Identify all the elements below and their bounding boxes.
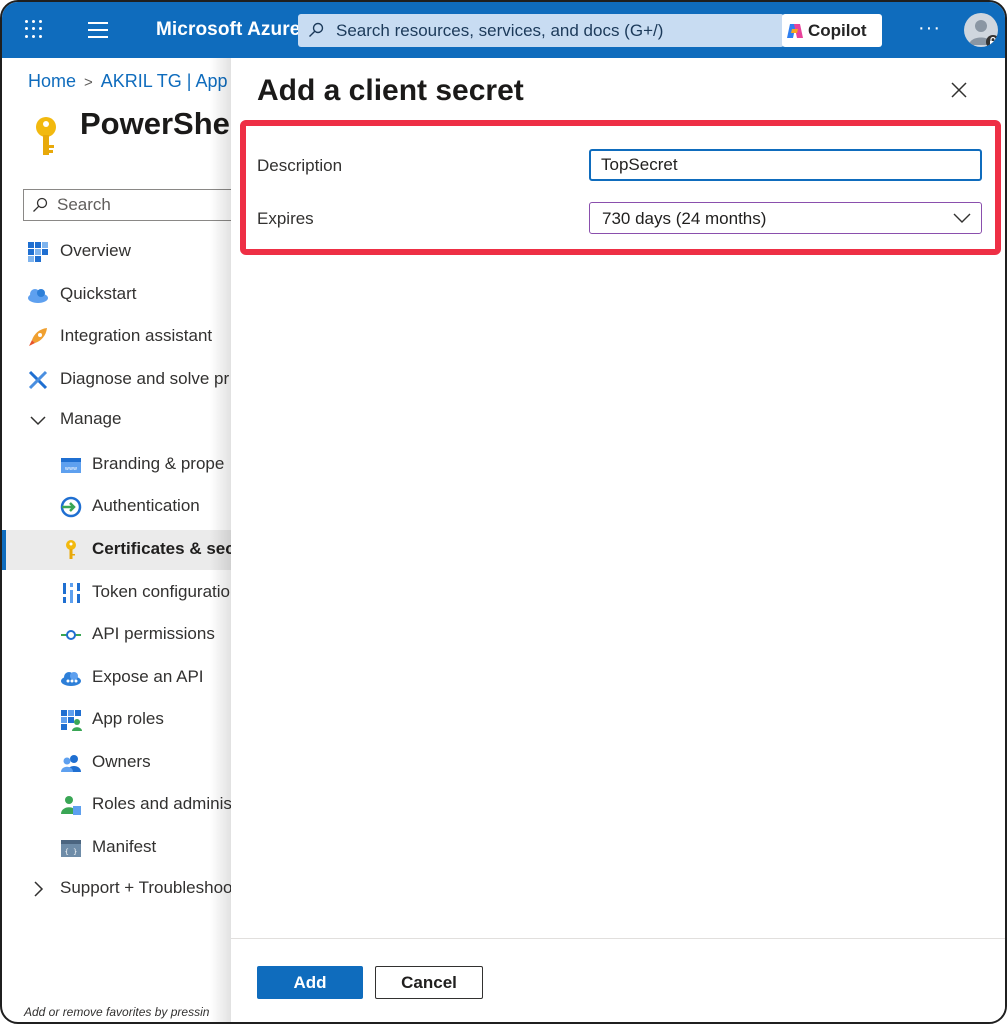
close-icon[interactable] <box>949 80 969 100</box>
active-indicator <box>2 530 6 570</box>
sidebar-item-label: Authentication <box>92 496 200 515</box>
search-icon <box>309 22 324 37</box>
key-icon <box>66 540 76 559</box>
chevron-right-icon <box>34 881 44 897</box>
global-search-placeholder: Search resources, services, and docs (G+… <box>336 21 664 40</box>
users-icon <box>61 755 81 772</box>
footer-divider <box>231 938 1005 939</box>
sidebar-item-label: Support + Troubleshoo <box>60 878 233 897</box>
search-icon <box>33 197 48 212</box>
expires-selected-value: 730 days (24 months) <box>602 209 767 228</box>
rocket-icon <box>29 328 47 346</box>
description-field[interactable] <box>589 149 982 181</box>
highlight-box <box>240 120 1001 255</box>
add-button[interactable]: Add <box>257 966 363 999</box>
chevron-right-icon: > <box>84 74 93 91</box>
sidebar-item-label: Diagnose and solve pr <box>60 369 230 388</box>
top-bar: Microsoft Azure Search resources, servic… <box>2 2 1005 58</box>
favorites-hint: Add or remove favorites by pressin <box>24 1005 210 1019</box>
key-icon <box>36 117 56 155</box>
sidebar-item-label: API permissions <box>92 624 215 643</box>
roles-admins-icon <box>61 796 81 815</box>
sidebar-item-label: Manage <box>60 409 122 428</box>
sidebar-item-label: Overview <box>60 241 131 260</box>
manifest-icon: { } <box>61 840 81 857</box>
copilot-button[interactable]: Copilot <box>782 14 882 47</box>
cancel-button[interactable]: Cancel <box>375 966 483 999</box>
branding-icon: www <box>61 458 81 473</box>
chevron-down-icon <box>953 213 971 223</box>
sidebar-item-label: Manifest <box>92 837 157 856</box>
add-client-secret-panel: Add a client secret Description Expires … <box>231 58 1005 1022</box>
token-icon <box>62 583 81 603</box>
menu-icon[interactable] <box>88 22 108 38</box>
app-launcher-icon[interactable] <box>24 19 44 39</box>
description-label: Description <box>257 156 343 175</box>
brand-name[interactable]: Microsoft Azure <box>156 19 300 41</box>
sidebar-item-label: Integration assistant <box>60 326 213 345</box>
breadcrumb-home[interactable]: Home <box>28 71 76 91</box>
svg-text:www: www <box>65 466 77 472</box>
sidebar-item-label: Owners <box>92 752 151 771</box>
authentication-icon <box>60 496 82 518</box>
breadcrumb: Home > AKRIL TG | App <box>28 71 228 92</box>
copilot-label: Copilot <box>808 21 867 40</box>
app-roles-icon <box>61 710 82 731</box>
breadcrumb-app[interactable]: AKRIL TG | App <box>101 71 228 91</box>
menu-search-placeholder: Search <box>57 195 111 214</box>
panel-shadow <box>210 58 232 1022</box>
sidebar-item-label: Branding & prope <box>92 454 225 473</box>
svg-text:{ }: { } <box>65 848 78 856</box>
expires-dropdown[interactable]: 730 days (24 months) <box>589 202 982 234</box>
lock-icon <box>986 35 998 47</box>
sidebar-item-label: App roles <box>92 709 164 728</box>
app-window: Microsoft Azure Search resources, servic… <box>0 0 1007 1024</box>
more-options-icon[interactable]: ··· <box>918 17 941 40</box>
tools-icon <box>28 370 48 390</box>
cloud-icon <box>61 672 81 686</box>
sidebar-item-label: Expose an API <box>92 667 204 686</box>
chevron-down-icon <box>30 416 46 426</box>
sidebar-item-label: Quickstart <box>60 284 137 303</box>
api-permissions-icon <box>61 630 81 640</box>
expires-label: Expires <box>257 209 314 228</box>
overview-grid-icon <box>28 242 48 262</box>
cloud-icon <box>28 289 48 303</box>
panel-title: Add a client secret <box>257 74 524 107</box>
copilot-icon <box>787 24 803 38</box>
global-search-input[interactable]: Search resources, services, and docs (G+… <box>298 14 784 47</box>
avatar[interactable] <box>964 13 998 47</box>
